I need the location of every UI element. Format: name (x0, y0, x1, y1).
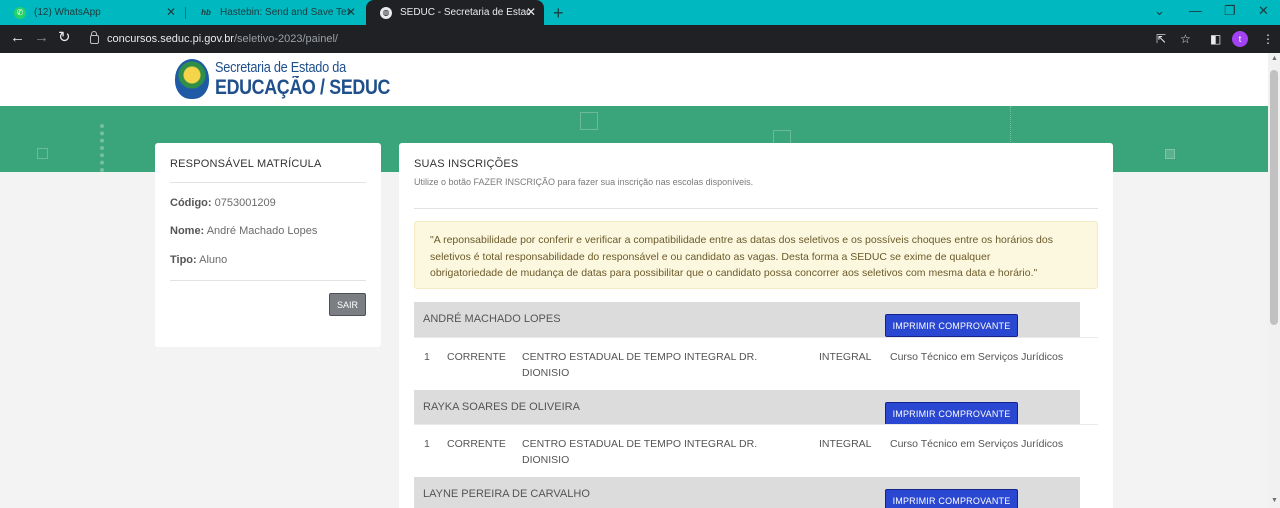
divider (414, 208, 1098, 209)
row-course: Curso Técnico em Serviços Jurídicos (890, 438, 1064, 450)
school-line-2: DIONISIO (522, 367, 570, 379)
logout-button[interactable]: SAIR (329, 293, 366, 316)
inscricoes-title: SUAS INSCRIÇÕES (414, 158, 519, 170)
logo-text: Secretaria de Estado da EDUCAÇÃO / SEDUC (215, 60, 421, 98)
browser-toolbar: ← → ↻ concursos.seduc.pi.gov.br/seletivo… (0, 25, 1280, 53)
responsavel-title: RESPONSÁVEL MATRÍCULA (170, 158, 322, 170)
whatsapp-icon: ✆ (14, 6, 26, 19)
decor-dots (100, 124, 104, 172)
menu-kebab-icon[interactable]: ⋮ (1262, 32, 1274, 46)
nome-field: Nome: André Machado Lopes (170, 225, 317, 237)
page-content: Secretaria de Estado da EDUCAÇÃO / SEDUC… (0, 53, 1268, 508)
browser-tab-bar: ✆ (12) WhatsApp ✕ hb Hastebin: Send and … (0, 0, 1280, 25)
inscricao-row: 1 CORRENTE CENTRO ESTADUAL DE TEMPO INTE… (414, 424, 1098, 476)
reload-icon[interactable]: ↻ (58, 30, 71, 46)
notice-line-1: "A reponsabilidade por conferir e verifi… (430, 234, 1053, 246)
scroll-down-icon[interactable]: ▼ (1271, 497, 1278, 504)
scrollbar-thumb[interactable] (1270, 70, 1278, 325)
row-number: 1 (424, 438, 430, 450)
inscricoes-subtitle: Utilize o botão FAZER INSCRIÇÃO para faz… (414, 177, 754, 187)
row-city: CORRENTE (447, 438, 506, 450)
new-tab-button[interactable]: + (553, 3, 564, 24)
tipo-value: Aluno (199, 254, 228, 266)
candidate-name: RAYKA SOARES DE OLIVEIRA (423, 401, 580, 413)
responsibility-notice: "A reponsabilidade por conferir e verifi… (414, 221, 1098, 289)
row-mode: INTEGRAL (819, 351, 872, 363)
tab-title: SEDUC - Secretaria de Estado da (400, 7, 530, 18)
globe-icon: ◍ (380, 6, 392, 19)
tab-search-icon[interactable]: ⌄ (1154, 3, 1165, 19)
school-line-2: DIONISIO (522, 454, 570, 466)
inscricoes-card: SUAS INSCRIÇÕES Utilize o botão FAZER IN… (399, 143, 1113, 508)
state-seal-icon (175, 59, 209, 99)
row-number: 1 (424, 351, 430, 363)
candidate-group-header: LAYNE PEREIRA DE CARVALHO IMPRIMIR COMPR… (414, 477, 1080, 508)
scroll-up-icon[interactable]: ▲ (1271, 55, 1278, 62)
lock-icon (90, 30, 99, 44)
row-school: CENTRO ESTADUAL DE TEMPO INTEGRAL DR. DIO… (522, 436, 802, 468)
school-line-1: CENTRO ESTADUAL DE TEMPO INTEGRAL DR. (522, 438, 758, 450)
forward-icon[interactable]: → (34, 30, 49, 46)
print-receipt-button[interactable]: IMPRIMIR COMPROVANTE (885, 489, 1018, 508)
candidate-group-header: ANDRÉ MACHADO LOPES IMPRIMIR COMPROVANTE (414, 302, 1080, 337)
responsavel-card: RESPONSÁVEL MATRÍCULA Código: 0753001209… (155, 143, 381, 347)
close-icon[interactable]: ✕ (526, 6, 536, 18)
tab-title: Hastebin: Send and Save Text or (220, 7, 350, 18)
row-city: CORRENTE (447, 351, 506, 363)
logo-line-1: Secretaria de Estado da (215, 59, 346, 76)
codigo-value: 0753001209 (214, 197, 276, 209)
codigo-label: Código: (170, 197, 212, 209)
back-icon[interactable]: ← (10, 30, 25, 46)
tab-whatsapp[interactable]: ✆ (12) WhatsApp ✕ (0, 0, 184, 25)
bookmark-star-icon[interactable]: ☆ (1180, 32, 1191, 46)
profile-avatar[interactable]: t (1232, 31, 1248, 47)
side-panel-icon[interactable]: ◧ (1210, 32, 1221, 46)
notice-line-2: seletivos é total responsabilidade do re… (430, 250, 991, 263)
print-receipt-button[interactable]: IMPRIMIR COMPROVANTE (885, 314, 1018, 337)
print-receipt-button[interactable]: IMPRIMIR COMPROVANTE (885, 402, 1018, 425)
nome-value: André Machado Lopes (206, 225, 318, 237)
school-line-1: CENTRO ESTADUAL DE TEMPO INTEGRAL DR. (522, 351, 758, 363)
url-path: /seletivo-2023/painel/ (233, 33, 338, 45)
url-host: concursos.seduc.pi.gov.br (107, 33, 234, 45)
minimize-icon[interactable]: — (1189, 3, 1202, 18)
tipo-label: Tipo: (170, 254, 197, 266)
close-icon[interactable]: ✕ (346, 6, 356, 18)
divider (170, 280, 366, 281)
decor-square (37, 148, 48, 159)
tab-hastebin[interactable]: hb Hastebin: Send and Save Text or ✕ (186, 0, 364, 25)
site-header: Secretaria de Estado da EDUCAÇÃO / SEDUC (0, 53, 1268, 106)
share-icon[interactable]: ⇱ (1156, 32, 1166, 46)
candidate-group-header: RAYKA SOARES DE OLIVEIRA IMPRIMIR COMPRO… (414, 390, 1080, 425)
seduc-logo[interactable]: Secretaria de Estado da EDUCAÇÃO / SEDUC (175, 59, 421, 99)
row-school: CENTRO ESTADUAL DE TEMPO INTEGRAL DR. DIO… (522, 349, 802, 381)
decor-square (580, 112, 598, 130)
maximize-icon[interactable]: ❐ (1224, 3, 1236, 19)
codigo-field: Código: 0753001209 (170, 197, 276, 209)
tipo-field: Tipo: Aluno (170, 254, 227, 266)
inscricao-row: 1 CORRENTE CENTRO ESTADUAL DE TEMPO INTE… (414, 337, 1098, 389)
divider (170, 182, 366, 183)
candidate-name: LAYNE PEREIRA DE CARVALHO (423, 488, 590, 500)
decor-dots (1010, 106, 1014, 146)
address-bar[interactable]: concursos.seduc.pi.gov.br/seletivo-2023/… (80, 28, 1198, 50)
page-scrollbar[interactable]: ▲ ▼ (1268, 53, 1280, 508)
notice-line-3: obrigatoriedade de mudança de datas para… (430, 267, 1038, 279)
close-icon[interactable]: ✕ (166, 6, 176, 18)
tab-seduc[interactable]: ◍ SEDUC - Secretaria de Estado da ✕ (366, 0, 544, 25)
decor-square (1165, 149, 1175, 159)
window-close-icon[interactable]: ✕ (1258, 3, 1269, 19)
tab-title: (12) WhatsApp (34, 7, 101, 18)
nome-label: Nome: (170, 225, 205, 237)
hastebin-icon: hb (201, 8, 211, 17)
row-mode: INTEGRAL (819, 438, 872, 450)
row-course: Curso Técnico em Serviços Jurídicos (890, 351, 1064, 363)
candidate-name: ANDRÉ MACHADO LOPES (423, 313, 561, 325)
logo-line-2: EDUCAÇÃO / SEDUC (215, 76, 391, 99)
